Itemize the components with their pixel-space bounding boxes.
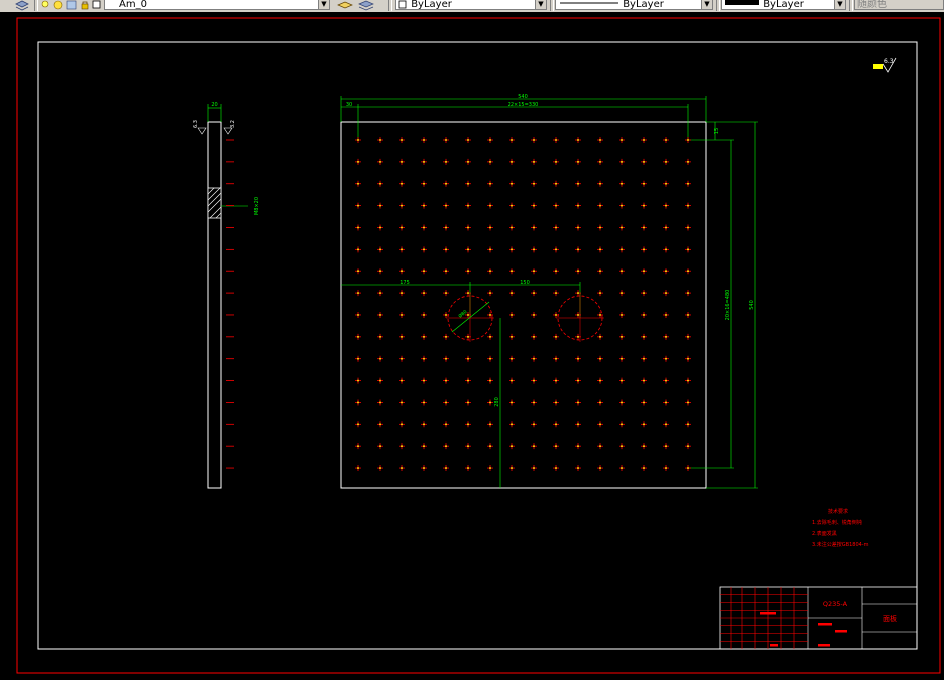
lineweight-value: ByLayer [763,0,804,10]
plotstyle-dropdown[interactable]: 随颜色 [854,0,944,10]
drawing-canvas[interactable]: 6.3 M8×20 20 6.3 3.2 540 30 22×15=330 54… [0,12,944,676]
spacing-total-dim: 22×15=330 [508,102,539,108]
layer-on-icon[interactable] [40,0,50,11]
side-width-dim: 20 [211,102,217,108]
layer-lock-icon[interactable] [80,0,90,11]
title-block-text-mark [760,612,776,615]
layer-manager-icon[interactable] [14,0,30,11]
hole-pitch-dim: 175 [400,280,410,286]
small-top-dim: 15 [714,128,720,134]
layer-freeze-icon[interactable] [53,0,63,11]
chevron-down-icon[interactable]: ▼ [535,0,546,9]
chevron-down-icon[interactable]: ▼ [318,0,329,9]
vert-total-dim: 20×16=480 [725,290,731,321]
linetype-preview-icon [560,2,618,4]
layer-dropdown[interactable]: Am_0 ▼ [104,0,330,10]
material-label: Q235-A [823,600,848,608]
roughness-corner-value: 6.3 [884,58,894,65]
layer-name: Am_0 [119,0,147,10]
roughness-right-value: 3.2 [230,120,236,128]
toolbar-separator [388,0,392,11]
color-dropdown[interactable]: ByLayer ▼ [395,0,547,10]
title-block-text-mark [818,644,830,647]
plotstyle-value: 随颜色 [857,0,887,10]
roughness-left-value: 6.3 [193,120,199,128]
layer-previous-icon[interactable] [357,0,375,11]
layer-color-swatch-icon [92,0,102,11]
notes-title: 技术要求 [828,508,848,515]
toolbar-separator [716,0,720,11]
title-block-text-mark [770,644,778,647]
drawing-svg: 6.3 M8×20 20 6.3 3.2 540 30 22×15=330 54… [0,12,944,676]
hole-center-dim: 150 [520,280,530,286]
toolbar-separator [34,0,38,11]
hole-depth-dim: 280 [494,397,500,407]
side-hole-dim: M8×20 [254,197,260,215]
make-object-layer-current-icon[interactable] [336,0,354,11]
lineweight-preview-icon [725,0,759,5]
part-name: 面板 [883,614,897,623]
toolbar-separator [550,0,554,11]
spacing-dim: 30 [346,102,352,108]
color-swatch-icon [398,0,407,9]
notes-line: 2.表面发黑 [812,530,837,537]
linetype-value: ByLayer [623,0,664,10]
notes-line: 3.未注公差按GB1804-m [812,541,869,548]
toolbar-separator [849,0,853,11]
height-dim: 540 [749,300,755,310]
roughness-corner-mark [873,64,883,69]
layer-viewport-icon[interactable] [66,0,78,11]
chevron-down-icon[interactable]: ▼ [834,0,845,9]
title-block-text-mark [818,623,832,626]
chevron-down-icon[interactable]: ▼ [701,0,712,9]
color-value: ByLayer [411,0,452,10]
width-dim: 540 [518,94,528,100]
model-space-background [0,12,944,676]
lineweight-dropdown[interactable]: ByLayer ▼ [721,0,846,10]
notes-line: 1.去除毛刺、锐角倒钝 [812,519,862,526]
linetype-dropdown[interactable]: ByLayer ▼ [555,0,713,10]
title-block-text-mark [835,630,847,633]
